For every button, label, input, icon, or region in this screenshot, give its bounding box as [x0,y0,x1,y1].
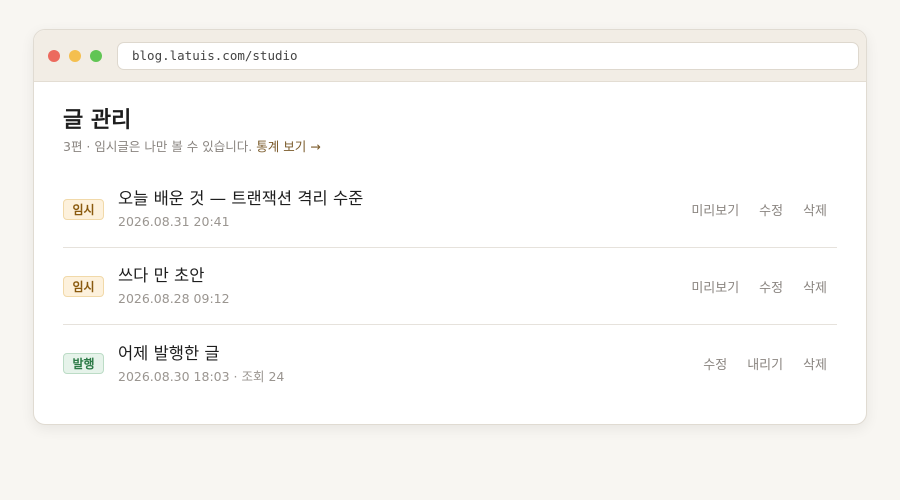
page-title: 글 관리 [63,107,132,133]
page-summary: 3편 · 임시글은 나만 볼 수 있습니다. 통계 보기 → [63,139,837,155]
stats-link[interactable]: 통계 보기 → [256,139,320,154]
post-title[interactable]: 어제 발행한 글 [118,343,683,365]
main-content: 글 관리 3편 · 임시글은 나만 볼 수 있습니다. 통계 보기 → 임시 오늘… [34,82,866,402]
close-window-dot[interactable] [48,49,60,62]
edit-button[interactable]: 수정 [703,354,727,373]
post-row: 임시 오늘 배운 것 — 트랜잭션 격리 수준 2026.08.31 20:41… [63,171,837,248]
post-count-note: 3편 · 임시글은 나만 볼 수 있습니다. [63,139,253,154]
delete-button[interactable]: 삭제 [803,354,827,373]
post-info: 오늘 배운 것 — 트랜잭션 격리 수준 2026.08.31 20:41 [118,188,671,230]
post-title[interactable]: 오늘 배운 것 — 트랜잭션 격리 수준 [118,188,671,210]
post-actions: 미리보기 수정 삭제 [671,277,827,296]
post-row: 임시 쓰다 만 초안 2026.08.28 09:12 미리보기 수정 삭제 [63,248,837,325]
post-info: 어제 발행한 글 2026.08.30 18:03 · 조회 24 [118,343,683,385]
post-meta: 2026.08.30 18:03 · 조회 24 [118,368,285,384]
post-list: 임시 오늘 배운 것 — 트랜잭션 격리 수준 2026.08.31 20:41… [63,171,837,402]
preview-button[interactable]: 미리보기 [691,200,739,219]
post-title[interactable]: 쓰다 만 초안 [118,265,671,287]
status-badge: 임시 [63,275,104,297]
delete-button[interactable]: 삭제 [803,200,827,219]
post-meta: 2026.08.28 09:12 [118,291,230,306]
edit-button[interactable]: 수정 [759,277,783,296]
maximize-window-dot[interactable] [90,49,102,62]
unpublish-button[interactable]: 내리기 [747,354,783,373]
delete-button[interactable]: 삭제 [803,277,827,296]
edit-button[interactable]: 수정 [759,200,783,219]
post-actions: 수정 내리기 삭제 [683,354,827,373]
preview-button[interactable]: 미리보기 [691,277,739,296]
post-info: 쓰다 만 초안 2026.08.28 09:12 [118,265,671,307]
address-bar-url: blog.latuis.com/studio [132,48,298,63]
browser-window: blog.latuis.com/studio 글 관리 3편 · 임시글은 나만… [33,29,867,425]
post-actions: 미리보기 수정 삭제 [671,200,827,219]
status-badge: 임시 [63,198,104,220]
browser-titlebar: blog.latuis.com/studio [34,30,866,82]
address-bar[interactable]: blog.latuis.com/studio [117,41,859,70]
post-row: 발행 어제 발행한 글 2026.08.30 18:03 · 조회 24 수정 … [63,325,837,402]
post-meta: 2026.08.31 20:41 [118,214,230,229]
status-badge: 발행 [63,353,104,374]
minimize-window-dot[interactable] [69,49,81,62]
